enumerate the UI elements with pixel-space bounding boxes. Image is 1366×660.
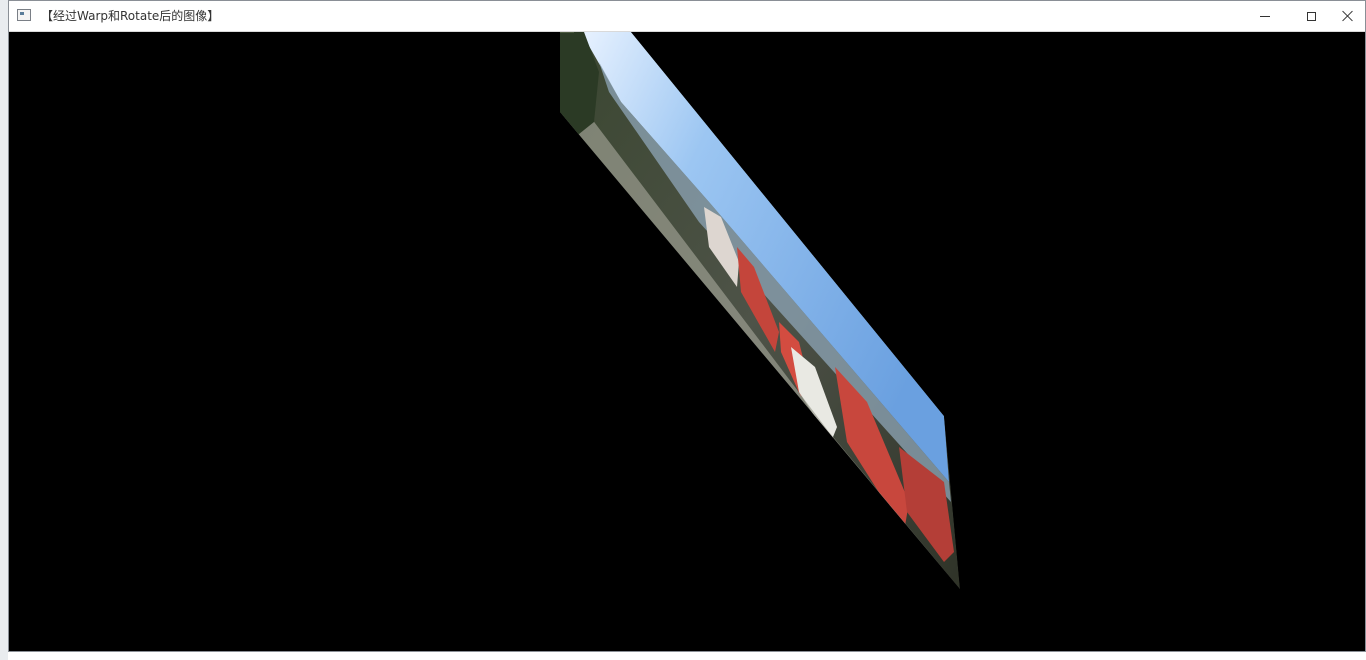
window-title: 【经过Warp和Rotate后的图像】 <box>41 9 220 23</box>
minimize-icon <box>1260 15 1270 17</box>
close-button[interactable] <box>1331 1 1365 31</box>
minimize-button[interactable] <box>1242 1 1288 31</box>
close-icon <box>1342 10 1354 22</box>
app-window-icon <box>17 9 31 21</box>
maximize-icon <box>1306 11 1316 21</box>
title-bar[interactable]: 【经过Warp和Rotate后的图像】 <box>9 1 1365 32</box>
warped-photo <box>560 32 960 589</box>
image-canvas <box>9 32 1365 651</box>
maximize-button[interactable] <box>1288 1 1334 31</box>
image-window: 【经过Warp和Rotate后的图像】 <box>8 0 1366 652</box>
desktop-background <box>0 0 8 660</box>
